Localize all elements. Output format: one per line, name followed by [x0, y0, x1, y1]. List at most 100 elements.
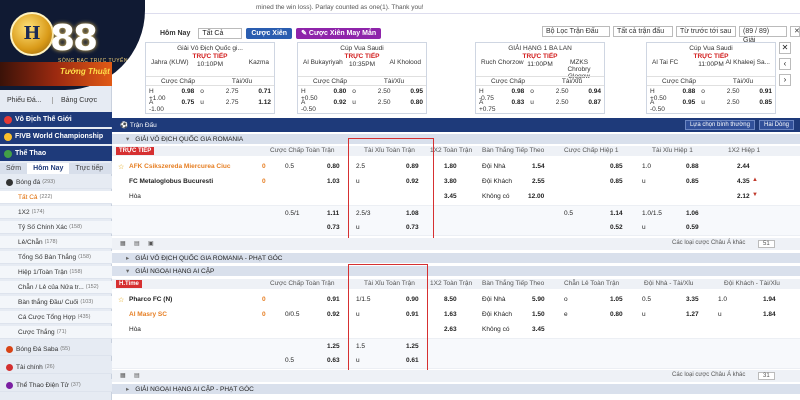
carousel-prev-icon[interactable]: ‹ [779, 58, 791, 70]
odds[interactable]: 0.59 [686, 224, 699, 231]
stats-icon[interactable]: ▦ [120, 240, 126, 247]
scope-select[interactable]: Tất Cả [198, 27, 243, 39]
favorite-star-icon[interactable]: ☆ [118, 163, 124, 171]
odds[interactable]: 1.50 [532, 311, 545, 318]
display-mode-select[interactable]: Lựa chọn bình thường [684, 120, 755, 130]
tv-icon[interactable]: ▤ [134, 240, 140, 247]
odds[interactable]: 8.50 [444, 296, 457, 303]
sidebar-section-sports[interactable]: Thể Thao [0, 146, 112, 161]
tab-early[interactable]: Sớm [0, 165, 27, 172]
sidebar-section-world-cup[interactable]: Vô Địch Thế Giới [0, 112, 112, 127]
home-team[interactable]: AFK Csikszereda Miercurea Ciuc [129, 163, 231, 170]
card-odds-row[interactable]: A +0.75 0.83 u 2.50 0.87 [476, 99, 604, 113]
odds[interactable]: 1.25 [327, 343, 340, 350]
odds[interactable]: 4.35 [737, 178, 750, 185]
sidebar-item-mix-parlay[interactable]: Cá Cược Tổng Hợp (435) [0, 311, 112, 324]
league-header[interactable]: ▸ GIẢI NGOẠI HẠNG AI CẬP - PHẠT GÓC [112, 384, 800, 394]
odds[interactable]: 0.85 [610, 163, 623, 170]
odds[interactable]: 3.80 [444, 178, 457, 185]
live-card[interactable]: Cúp Vua Saudi Al Tai FC Al Khaleej Sa... … [646, 42, 776, 114]
live-stream-icon[interactable]: ▣ [148, 240, 154, 247]
odds[interactable]: 1.11 [327, 210, 339, 217]
odds[interactable]: 0.80 [327, 163, 340, 170]
away-team[interactable]: Al Masry SC [129, 311, 167, 318]
card-odds-row[interactable]: A -0.50 0.95 u 2.50 0.85 [647, 99, 775, 113]
odds[interactable]: 1.27 [686, 311, 699, 318]
sidebar-item-half-odd-even[interactable]: Chẵn / Lẻ của Nửa tr... (152) [0, 281, 112, 294]
odds[interactable]: 1.54 [532, 163, 545, 170]
favorite-star-icon[interactable]: ☆ [118, 296, 124, 304]
away-team[interactable]: FC Metaloglobus Bucuresti [129, 178, 213, 185]
odds[interactable]: 1.80 [444, 163, 457, 170]
more-markets-count[interactable]: 31 [758, 372, 775, 380]
sidebar-item-total-goals[interactable]: Tổng Số Bàn Thắng (158) [0, 251, 112, 264]
odds[interactable]: 0.92 [327, 311, 340, 318]
sidebar-item-1x2[interactable]: 1X2 (174) [0, 206, 112, 219]
odds[interactable]: 0.85 [686, 178, 699, 185]
bet-slip-tab[interactable]: Phiếu Đá... [3, 97, 53, 104]
odds[interactable]: 0.91 [327, 296, 340, 303]
sidebar-item-football[interactable]: Bóng đá (293) [0, 176, 112, 189]
odds[interactable]: 1.94 [763, 296, 776, 303]
tab-today[interactable]: Hôm Nay [27, 163, 70, 174]
odds[interactable]: 1.06 [686, 210, 699, 217]
carousel-next-icon[interactable]: › [779, 74, 791, 86]
odds[interactable]: 1.03 [327, 178, 340, 185]
sidebar-item-half-full[interactable]: Hiệp 1/Toàn Trận (158) [0, 266, 112, 279]
odds[interactable]: 1.84 [763, 311, 776, 318]
card-odds-row[interactable]: A -1.00 0.75 u 2.75 1.12 [146, 99, 274, 113]
promo-banner[interactable]: Tướng Thuật [0, 62, 112, 86]
odds[interactable]: 3.45 [444, 193, 457, 200]
odds[interactable]: 3.35 [686, 296, 699, 303]
sidebar-item-correct-score[interactable]: Tỷ Số Chính Xác (158) [0, 221, 112, 234]
league-header[interactable]: ▸ GIẢI VÔ ĐỊCH QUỐC GIA ROMANIA - PHẠT GÓ… [112, 253, 800, 263]
sidebar-item-finance[interactable]: Tài chính (26) [0, 361, 112, 374]
more-odds-select[interactable]: Các loại cược Châu Á khác [672, 240, 745, 246]
odds[interactable]: 12.00 [528, 193, 544, 200]
tv-icon[interactable]: ▤ [134, 372, 140, 379]
sidebar-section-fivb[interactable]: FIVB World Championship [0, 129, 112, 144]
odds[interactable]: 2.44 [737, 163, 750, 170]
sidebar-item-all[interactable]: Tất Cả (222) [0, 191, 112, 204]
odds[interactable]: 2.63 [444, 326, 457, 333]
card-odds-row[interactable]: A -0.50 0.92 u 2.50 0.80 [298, 99, 426, 113]
odds[interactable]: 0.80 [610, 311, 623, 318]
odds[interactable]: 5.90 [532, 296, 545, 303]
sidebar-item-outright[interactable]: Cược Thắng (71) [0, 326, 112, 339]
sidebar-item-saba-football[interactable]: Bóng Đá Saba (55) [0, 343, 112, 356]
odds[interactable]: 0.85 [610, 178, 623, 185]
match-filter-select[interactable]: Tất cả trận đấu [613, 26, 673, 37]
parlay-button[interactable]: Cược Xiên [246, 27, 293, 39]
odds[interactable]: 0.73 [327, 224, 340, 231]
league-filter-select[interactable]: Bộ Lọc Trận Đấu [542, 26, 610, 37]
league-header[interactable]: ▾ GIẢI VÔ ĐỊCH QUỐC GIA ROMANIA [112, 134, 800, 144]
more-markets-count[interactable]: 51 [758, 240, 775, 248]
sidebar-item-first-last-goal[interactable]: Bàn thắng Đầu/ Cuối (103) [0, 296, 112, 309]
row-mode-select[interactable]: Hai Dòng [758, 120, 794, 130]
lucky-parlay-button[interactable]: ✎ Cược Xiên May Mắn [296, 27, 382, 39]
stats-icon[interactable]: ▦ [120, 372, 126, 379]
odds[interactable]: 0.63 [327, 357, 340, 364]
odds[interactable]: 0.52 [610, 224, 623, 231]
odds[interactable]: 2.55 [532, 178, 545, 185]
close-icon[interactable]: ✕ [790, 26, 800, 37]
odds[interactable]: 1.05 [610, 296, 623, 303]
odds[interactable]: 3.45 [532, 326, 545, 333]
bet-list-tab[interactable]: Bảng Cược [53, 97, 97, 104]
odds[interactable]: 1.14 [610, 210, 623, 217]
live-card[interactable]: Giải Vô Địch Quốc gi... Jahra (KUW) Kazma… [145, 42, 275, 114]
odds[interactable]: 2.12 [737, 193, 750, 200]
live-card[interactable]: GIẢI HẠNG 1 BA LAN Ruch Chorzow MZKS Chro… [475, 42, 605, 114]
sidebar-item-odd-even[interactable]: Lẻ/Chẵn (178) [0, 236, 112, 249]
carousel-close-icon[interactable]: ✕ [779, 42, 791, 54]
tab-live[interactable]: Trực tiếp [69, 165, 109, 172]
odds[interactable]: 1.63 [444, 311, 457, 318]
live-card[interactable]: Cúp Vua Saudi Al Bukayriyah Al Kholood TR… [297, 42, 427, 114]
more-odds-select[interactable]: Các loại cược Châu Á khác [672, 372, 745, 378]
sort-select[interactable]: Từ trước tới sau [676, 26, 736, 37]
home-team[interactable]: Pharco FC (N) [129, 296, 172, 303]
league-header[interactable]: ▾ GIẢI NGOẠI HẠNG AI CẬP [112, 266, 800, 276]
sidebar-item-esports[interactable]: Thể Thao Điện Tử (37) [0, 379, 112, 392]
odds[interactable]: 0.88 [686, 163, 699, 170]
league-count: (89 / 89) Giải [739, 26, 787, 44]
